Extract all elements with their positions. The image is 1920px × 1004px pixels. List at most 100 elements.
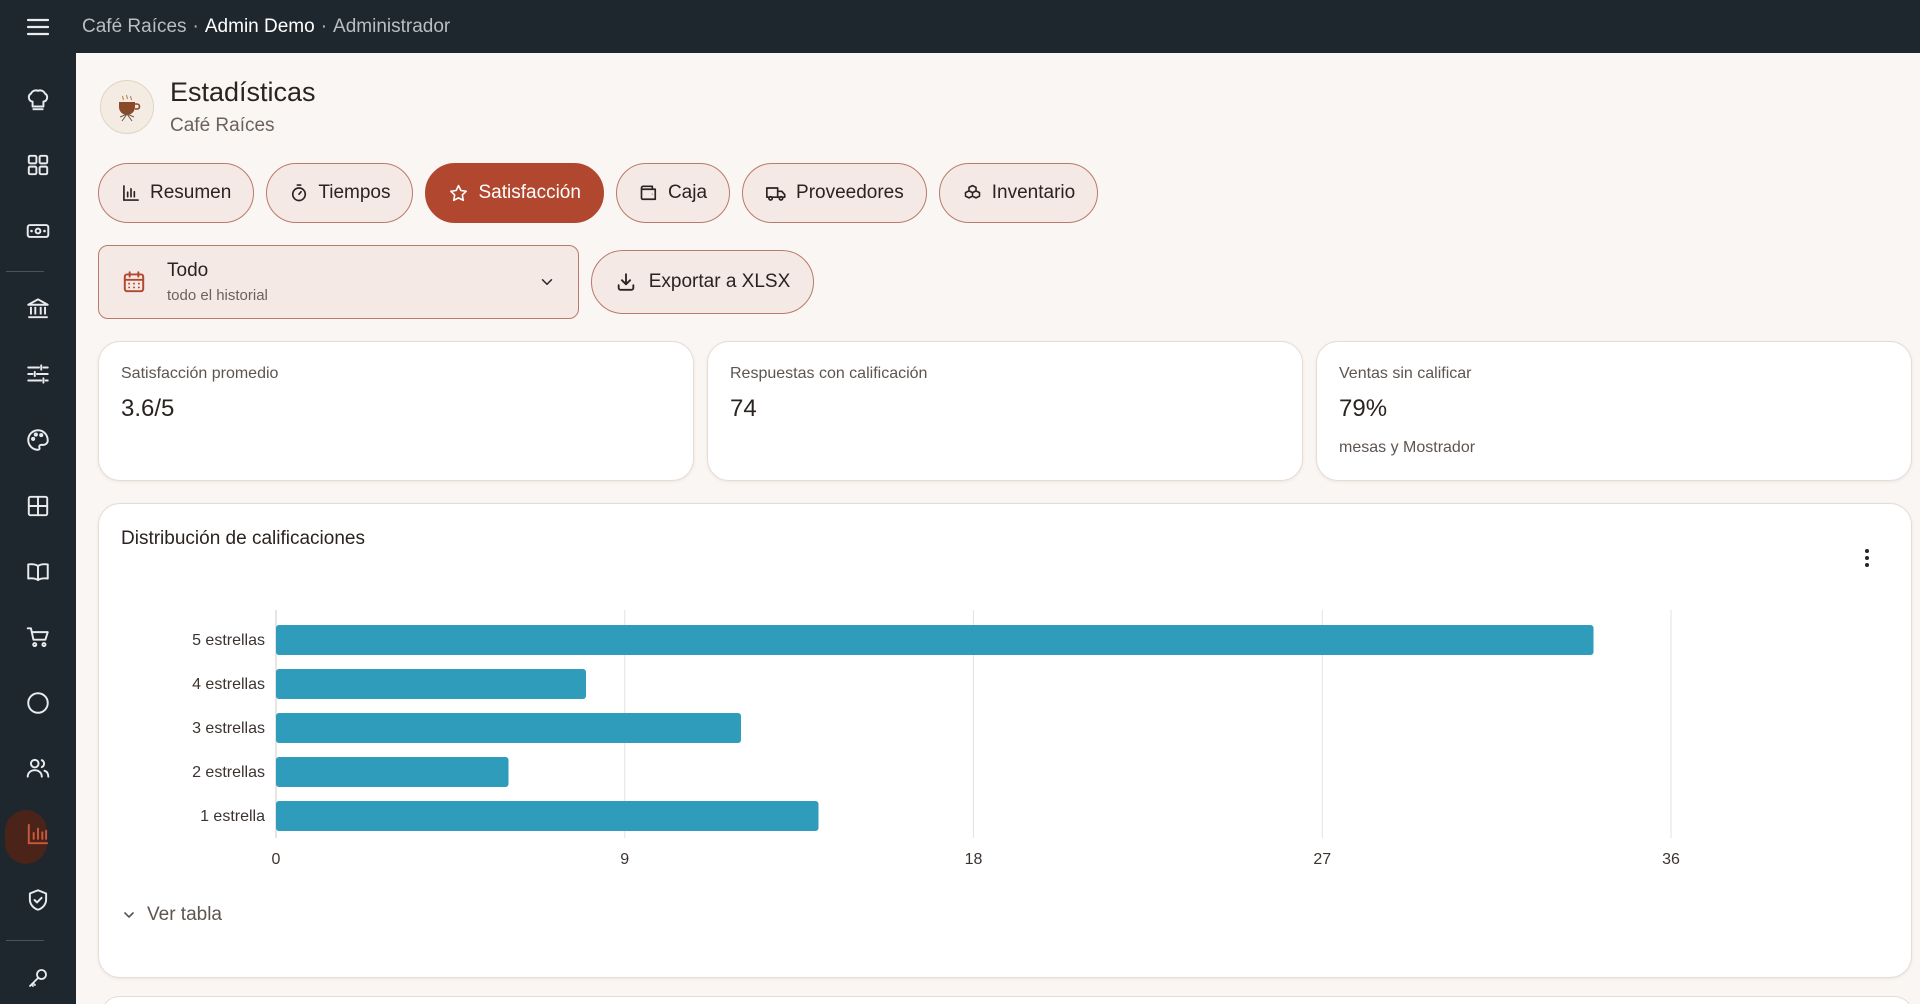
download-icon [617, 273, 634, 291]
sidebar-item-keys[interactable] [0, 953, 76, 1003]
view-table-toggle[interactable]: Ver tabla [121, 904, 222, 926]
palette-icon [27, 429, 49, 451]
tab-resumen[interactable]: Resumen [98, 163, 255, 223]
calendar-icon [123, 271, 145, 293]
period-description: todo el historial [167, 287, 268, 304]
key-icon [29, 969, 47, 987]
tab-label: Tiempos [318, 182, 391, 203]
app-name: Café Raíces [82, 15, 187, 37]
cart-icon [26, 627, 49, 648]
book-icon [27, 563, 49, 582]
user-name: Admin Demo [204, 15, 315, 37]
boxes-icon [964, 184, 981, 199]
truck-icon [766, 187, 786, 201]
tab-satisfaccion[interactable]: Satisfacción [425, 163, 604, 223]
chart-title: Distribución de calificaciones [121, 528, 365, 549]
sidebar-item-statistics[interactable] [0, 809, 76, 864]
export-label: Exportar a XLSX [648, 271, 791, 292]
top-bar: Café Raíces · Admin Demo · Administrador [0, 0, 1920, 53]
kpi-value: 79% [1339, 395, 1388, 422]
bar [276, 713, 741, 743]
breadcrumb: Café Raíces · Admin Demo · Administrador [76, 16, 450, 38]
more-vertical-icon [1865, 549, 1869, 567]
period-select[interactable]: Todo todo el historial [98, 245, 579, 319]
sidebar-item-tables[interactable] [0, 481, 76, 531]
main-content: Estadísticas Café Raíces Resumen Tiempos… [76, 53, 1920, 1004]
coffee-cup-icon [119, 94, 141, 122]
circle-icon [27, 692, 49, 714]
sidebar-divider [6, 940, 44, 941]
x-tick-label: 0 [272, 851, 281, 868]
period-value: Todo [167, 260, 209, 281]
sidebar-item-menu-book[interactable] [0, 547, 76, 597]
bar [276, 669, 586, 699]
tab-label: Proveedores [796, 182, 904, 203]
stats-tabs: Resumen Tiempos Satisfacción Caja Provee… [98, 163, 1099, 223]
star-icon [450, 184, 468, 201]
page-subtitle: Café Raíces [170, 115, 275, 136]
ratings-bar-chart: 0 9 18 27 36 5 estrellas 4 estrellas 3 estrella… [192, 610, 1680, 868]
x-tick-label: 27 [1313, 851, 1331, 868]
kpi-label: Ventas sin calificar [1339, 365, 1472, 382]
y-tick-label: 3 estrellas [192, 720, 265, 737]
stopwatch-icon [292, 184, 307, 202]
sidebar-item-security[interactable] [0, 875, 76, 925]
dashboard-grid-icon [27, 154, 49, 176]
chart-options-button[interactable] [1857, 546, 1877, 570]
business-logo [100, 80, 154, 134]
x-tick-label: 9 [620, 851, 629, 868]
chef-hat-icon [27, 89, 49, 111]
menu-button[interactable] [0, 0, 76, 53]
tab-caja[interactable]: Caja [615, 163, 731, 223]
tab-proveedores[interactable]: Proveedores [742, 163, 927, 223]
y-tick-label: 2 estrellas [192, 764, 265, 781]
bar-chart-icon [27, 823, 49, 845]
breadcrumb-separator: · [192, 15, 199, 37]
sidebar-item-circle[interactable] [0, 678, 76, 728]
tab-label: Resumen [150, 182, 232, 203]
bar-chart-icon [123, 185, 139, 201]
bar [276, 801, 819, 831]
kpi-label: Respuestas con calificación [730, 365, 928, 382]
page-title: Estadísticas [170, 77, 316, 107]
sidebar-item-chef[interactable] [0, 75, 76, 125]
bar [276, 757, 509, 787]
sidebar-item-dashboard[interactable] [0, 140, 76, 190]
kpi-value: 74 [730, 395, 757, 422]
sidebar-item-users[interactable] [0, 743, 76, 793]
tab-tiempos[interactable]: Tiempos [266, 163, 414, 223]
kpi-label: Satisfacción promedio [121, 365, 279, 382]
export-xlsx-button[interactable]: Exportar a XLSX [591, 250, 814, 314]
tab-label: Satisfacción [478, 182, 581, 203]
kpi-card-unrated: Ventas sin calificar 79% mesas y Mostrad… [1316, 341, 1912, 481]
kpi-card-satisfaction: Satisfacción promedio 3.6/5 [98, 341, 694, 481]
kpi-value: 3.6/5 [121, 395, 175, 422]
sidebar-item-settings[interactable] [0, 349, 76, 399]
sidebar-item-bank[interactable] [0, 283, 76, 333]
table-grid-icon [27, 495, 49, 517]
shield-check-icon [28, 889, 48, 911]
tab-label: Inventario [991, 182, 1076, 203]
wallet-icon [640, 185, 657, 201]
chevron-down-icon [541, 279, 553, 286]
sidebar-item-cash[interactable] [0, 206, 76, 256]
sidebar-item-theme[interactable] [0, 415, 76, 465]
x-tick-label: 36 [1662, 851, 1680, 868]
tab-inventario[interactable]: Inventario [938, 163, 1099, 223]
breadcrumb-separator: · [320, 15, 328, 37]
next-card [100, 996, 1914, 1004]
sliders-icon [27, 364, 49, 384]
bar [276, 625, 1594, 655]
sidebar [0, 53, 76, 1004]
hamburger-icon [26, 18, 50, 35]
sidebar-item-orders[interactable] [0, 612, 76, 662]
bank-icon [27, 298, 49, 319]
period-select-text: Todo todo el historial [167, 260, 538, 304]
y-tick-label: 5 estrellas [192, 632, 265, 649]
y-tick-label: 4 estrellas [192, 676, 265, 693]
kpi-note: mesas y Mostrador [1339, 439, 1476, 456]
user-role: Administrador [333, 15, 451, 37]
cash-icon [26, 224, 50, 238]
kpi-card-responses: Respuestas con calificación 74 [707, 341, 1303, 481]
sidebar-divider [6, 271, 44, 272]
